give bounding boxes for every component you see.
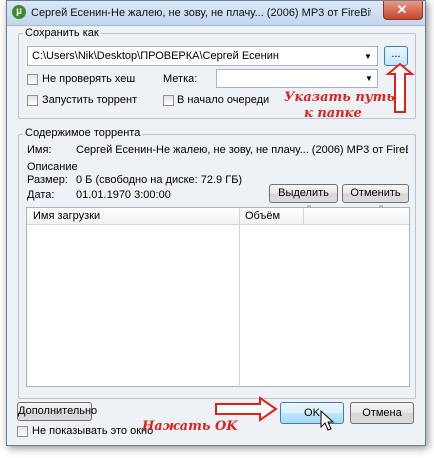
up-arrow-icon — [385, 62, 415, 113]
mouse-cursor-icon — [320, 409, 335, 431]
annotation-arrows — [215, 62, 415, 431]
right-arrow-icon — [215, 396, 278, 422]
